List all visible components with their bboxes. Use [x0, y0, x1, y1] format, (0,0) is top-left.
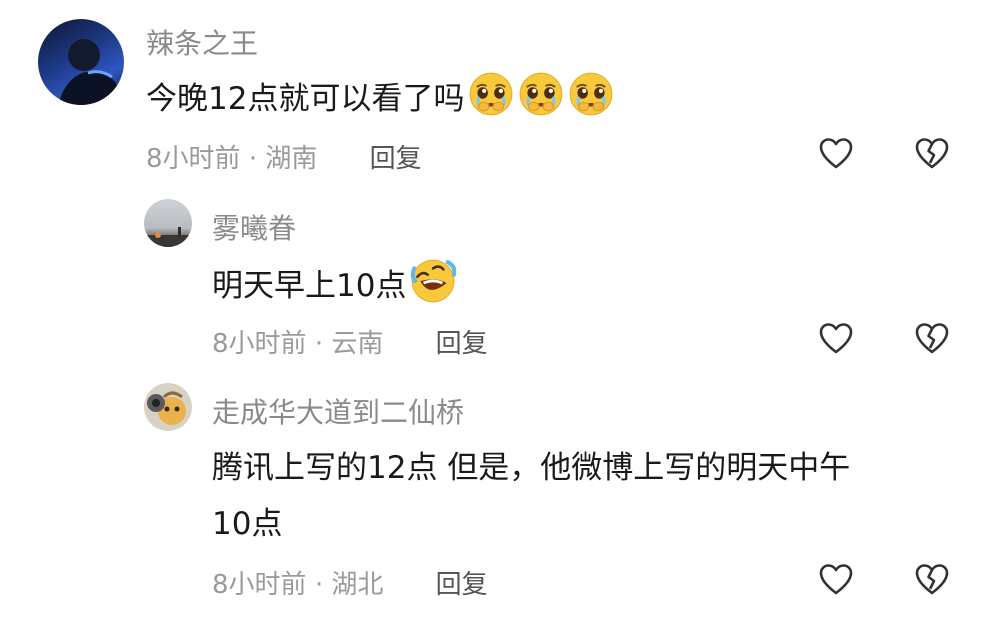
broken-heart-icon[interactable]: [914, 562, 950, 598]
location: 湖北: [331, 570, 384, 600]
username[interactable]: 辣条之王: [146, 22, 258, 62]
username[interactable]: 走成华大道到二仙桥: [212, 391, 464, 431]
rolling-laughing-emoji-icon: [410, 258, 456, 304]
comment-meta: 8小时前 · 湖北 回复: [212, 564, 488, 601]
heart-icon[interactable]: [818, 562, 854, 598]
location: 云南: [331, 329, 384, 359]
avatar[interactable]: [144, 199, 192, 247]
comment-meta: 8小时前 · 湖南 回复: [146, 138, 422, 175]
timestamp: 8小时前: [212, 329, 307, 359]
timestamp: 8小时前: [212, 570, 307, 600]
comment-text: 腾讯上写的12点 但是，他微博上写的明天中午 10点: [212, 444, 850, 548]
comment-meta: 8小时前 · 云南 回复: [212, 323, 488, 360]
separator: ·: [314, 570, 324, 600]
broken-heart-icon[interactable]: [914, 321, 950, 357]
timestamp: 8小时前: [146, 144, 241, 174]
avatar-image: [147, 391, 186, 425]
avatar-image: [58, 39, 124, 105]
comment-text-line-1: 腾讯上写的12点 但是，他微博上写的明天中午: [212, 450, 851, 486]
pleading-face-emoji-icon: [468, 71, 514, 117]
username[interactable]: 雾曦眷: [212, 207, 296, 247]
reply-button[interactable]: 回复: [370, 144, 422, 174]
avatar-image: [144, 227, 192, 247]
comment-text-line-2: 10点: [212, 506, 283, 542]
separator: ·: [314, 329, 324, 359]
pleading-face-emoji-icon: [568, 71, 614, 117]
comment-text-body: 今晚12点就可以看了吗: [146, 81, 465, 117]
separator: ·: [248, 144, 258, 174]
pleading-face-emoji-icon: [518, 71, 564, 117]
heart-icon[interactable]: [818, 136, 854, 172]
comment-text: 今晚12点就可以看了吗: [146, 71, 614, 123]
reply-button[interactable]: 回复: [436, 570, 488, 600]
reply-button[interactable]: 回复: [436, 329, 488, 359]
avatar[interactable]: [38, 19, 124, 105]
avatar[interactable]: [144, 383, 192, 431]
comment-text: 明天早上10点: [212, 258, 456, 310]
heart-icon[interactable]: [818, 321, 854, 357]
broken-heart-icon[interactable]: [914, 136, 950, 172]
location: 湖南: [265, 144, 318, 174]
comment-text-body: 明天早上10点: [212, 268, 407, 304]
